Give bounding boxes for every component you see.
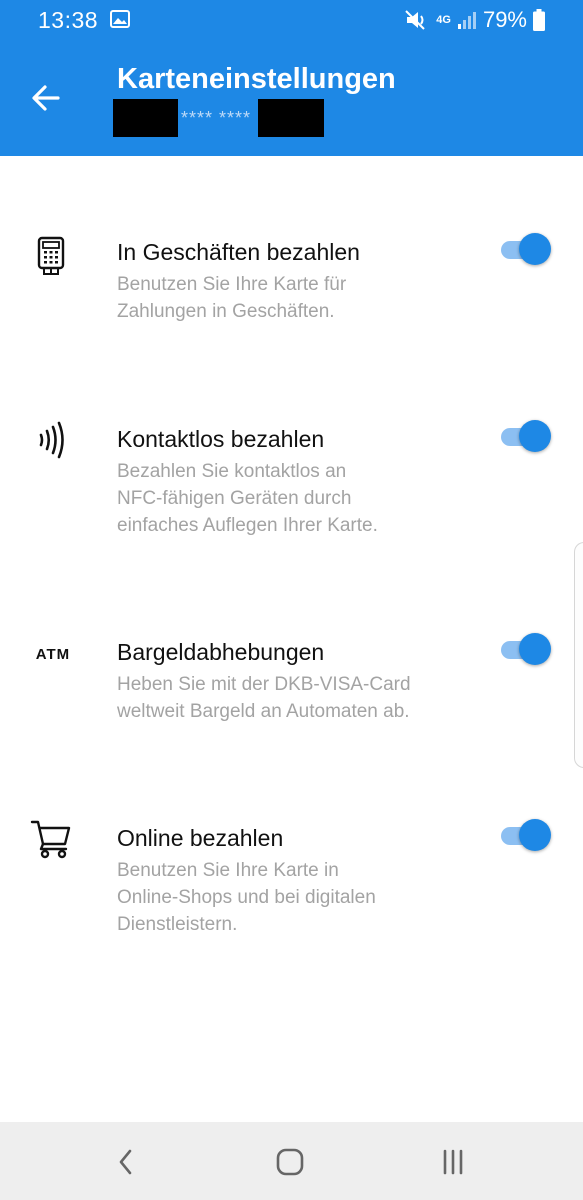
arrow-left-icon [32, 85, 60, 111]
card-terminal-icon [28, 233, 74, 279]
nav-back-button[interactable] [106, 1142, 146, 1182]
network-type-label: 4G [436, 13, 451, 26]
setting-description: Benutzen Sie Ihre Karte in Online-Shops … [117, 860, 376, 935]
setting-title: Kontaktlos bezahlen [117, 426, 325, 452]
redacted-block [258, 99, 325, 137]
card-number: **** **** [113, 99, 325, 137]
recents-icon [443, 1149, 463, 1175]
setting-title: Bargeldabhebungen [117, 639, 325, 665]
home-icon [276, 1148, 304, 1176]
status-indicators: 4G 79% [404, 7, 545, 33]
contactless-icon [28, 417, 74, 463]
nav-home-button[interactable] [270, 1142, 310, 1182]
setting-title: Online bezahlen [117, 825, 284, 851]
mute-icon [405, 10, 425, 30]
toggle-contactless[interactable] [499, 419, 553, 453]
shopping-cart-icon [28, 815, 74, 861]
gallery-notification-icon [110, 10, 130, 28]
toggle-cash-withdrawal[interactable] [499, 632, 553, 666]
chevron-left-icon [119, 1149, 132, 1175]
card-number-masked: **** **** [181, 107, 252, 128]
app-bar: Karteneinstellungen **** **** [0, 40, 583, 156]
battery-icon [533, 9, 545, 31]
system-nav-bar [0, 1122, 583, 1200]
back-button[interactable] [26, 78, 66, 118]
page-title: Karteneinstellungen [117, 63, 396, 95]
battery-percent: 79% [482, 7, 527, 32]
toggle-online-payment[interactable] [499, 818, 553, 852]
signal-icon [457, 12, 476, 29]
setting-description: Bezahlen Sie kontaktlos an NFC-fähigen G… [117, 461, 378, 536]
status-time: 13:38 [38, 7, 99, 33]
nav-recents-button[interactable] [433, 1142, 473, 1182]
redacted-block [113, 99, 178, 137]
setting-title: In Geschäften bezahlen [117, 239, 360, 265]
status-bar: 13:38 4G 79% [0, 0, 583, 40]
atm-icon: ATM [35, 645, 71, 663]
edge-panel-handle[interactable] [574, 542, 583, 768]
toggle-pay-in-stores[interactable] [499, 232, 553, 266]
setting-description: Heben Sie mit der DKB-VISA-Card weltweit… [117, 674, 411, 722]
setting-description: Benutzen Sie Ihre Karte für Zahlungen in… [117, 274, 347, 322]
